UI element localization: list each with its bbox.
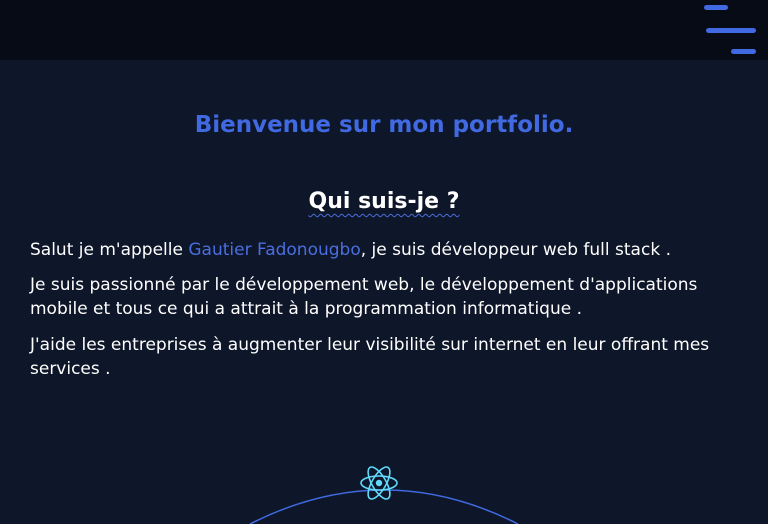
- intro-prefix: Salut je m'appelle: [30, 240, 189, 260]
- intro-suffix: , je suis développeur web full stack .: [360, 240, 671, 260]
- top-navbar: [0, 0, 768, 60]
- menu-bar-top: [704, 5, 728, 10]
- menu-bar-bottom: [731, 49, 756, 54]
- passion-paragraph: Je suis passionné par le développement w…: [30, 275, 698, 319]
- intro-paragraph: Salut je m'appelle Gautier Fadonougbo, j…: [30, 238, 742, 262]
- about-title-text: Qui suis-je ?: [308, 189, 460, 214]
- react-icon: [360, 466, 398, 500]
- welcome-heading: Bienvenue sur mon portfolio.: [194, 112, 574, 138]
- about-title: Qui suis-je ?: [0, 189, 768, 214]
- services-paragraph: J'aide les entreprises à augmenter leur …: [30, 335, 710, 379]
- menu-bar-middle: [706, 28, 756, 33]
- hamburger-menu-button[interactable]: [704, 4, 756, 56]
- author-name-link[interactable]: Gautier Fadonougbo: [188, 240, 360, 260]
